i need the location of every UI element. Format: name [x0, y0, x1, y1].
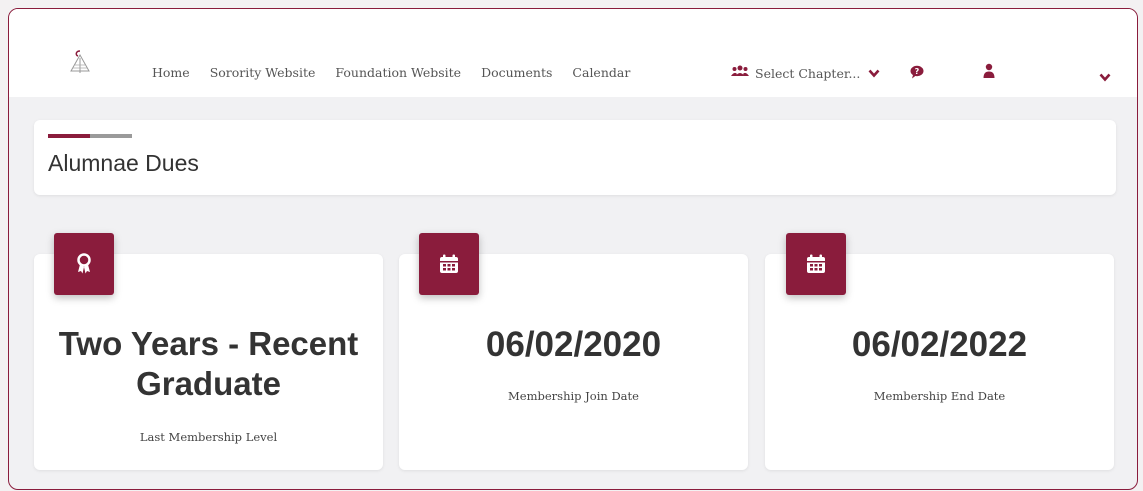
page-title: Alumnae Dues	[48, 150, 199, 176]
nav-sorority-website[interactable]: Sorority Website	[210, 65, 316, 80]
calendar-icon	[419, 233, 479, 295]
nav-calendar[interactable]: Calendar	[572, 65, 630, 80]
end-date-value: 06/02/2022	[851, 325, 1028, 364]
app-window: Home Sorority Website Foundation Website…	[8, 8, 1138, 490]
end-date-label: Membership End Date	[873, 389, 1006, 403]
svg-text:?: ?	[915, 67, 920, 76]
chat-icon[interactable]: ?	[910, 65, 924, 84]
membership-level-label: Last Membership Level	[139, 430, 278, 444]
join-date-label: Membership Join Date	[508, 389, 639, 403]
user-icon[interactable]	[983, 63, 995, 84]
chevron-down-icon	[868, 69, 880, 78]
chapter-select[interactable]: Select Chapter...	[731, 65, 880, 81]
nav-documents[interactable]: Documents	[481, 65, 552, 80]
page-header-card: Alumnae Dues	[34, 120, 1116, 195]
logo-icon[interactable]	[67, 49, 93, 75]
award-icon	[54, 233, 114, 295]
nav-home[interactable]: Home	[152, 65, 190, 80]
join-date-value: 06/02/2020	[485, 325, 662, 364]
calendar-icon	[786, 233, 846, 295]
menu-chevron-down-icon[interactable]	[1099, 69, 1111, 87]
top-navbar: Home Sorority Website Foundation Website…	[9, 9, 1137, 97]
nav-foundation-website[interactable]: Foundation Website	[335, 65, 461, 80]
users-icon	[731, 65, 749, 81]
membership-level-value: Two Years - Recent Graduate	[58, 325, 359, 402]
title-accent-bar	[48, 134, 132, 138]
chapter-select-label: Select Chapter...	[755, 65, 861, 81]
nav-links: Home Sorority Website Foundation Website…	[152, 65, 650, 80]
